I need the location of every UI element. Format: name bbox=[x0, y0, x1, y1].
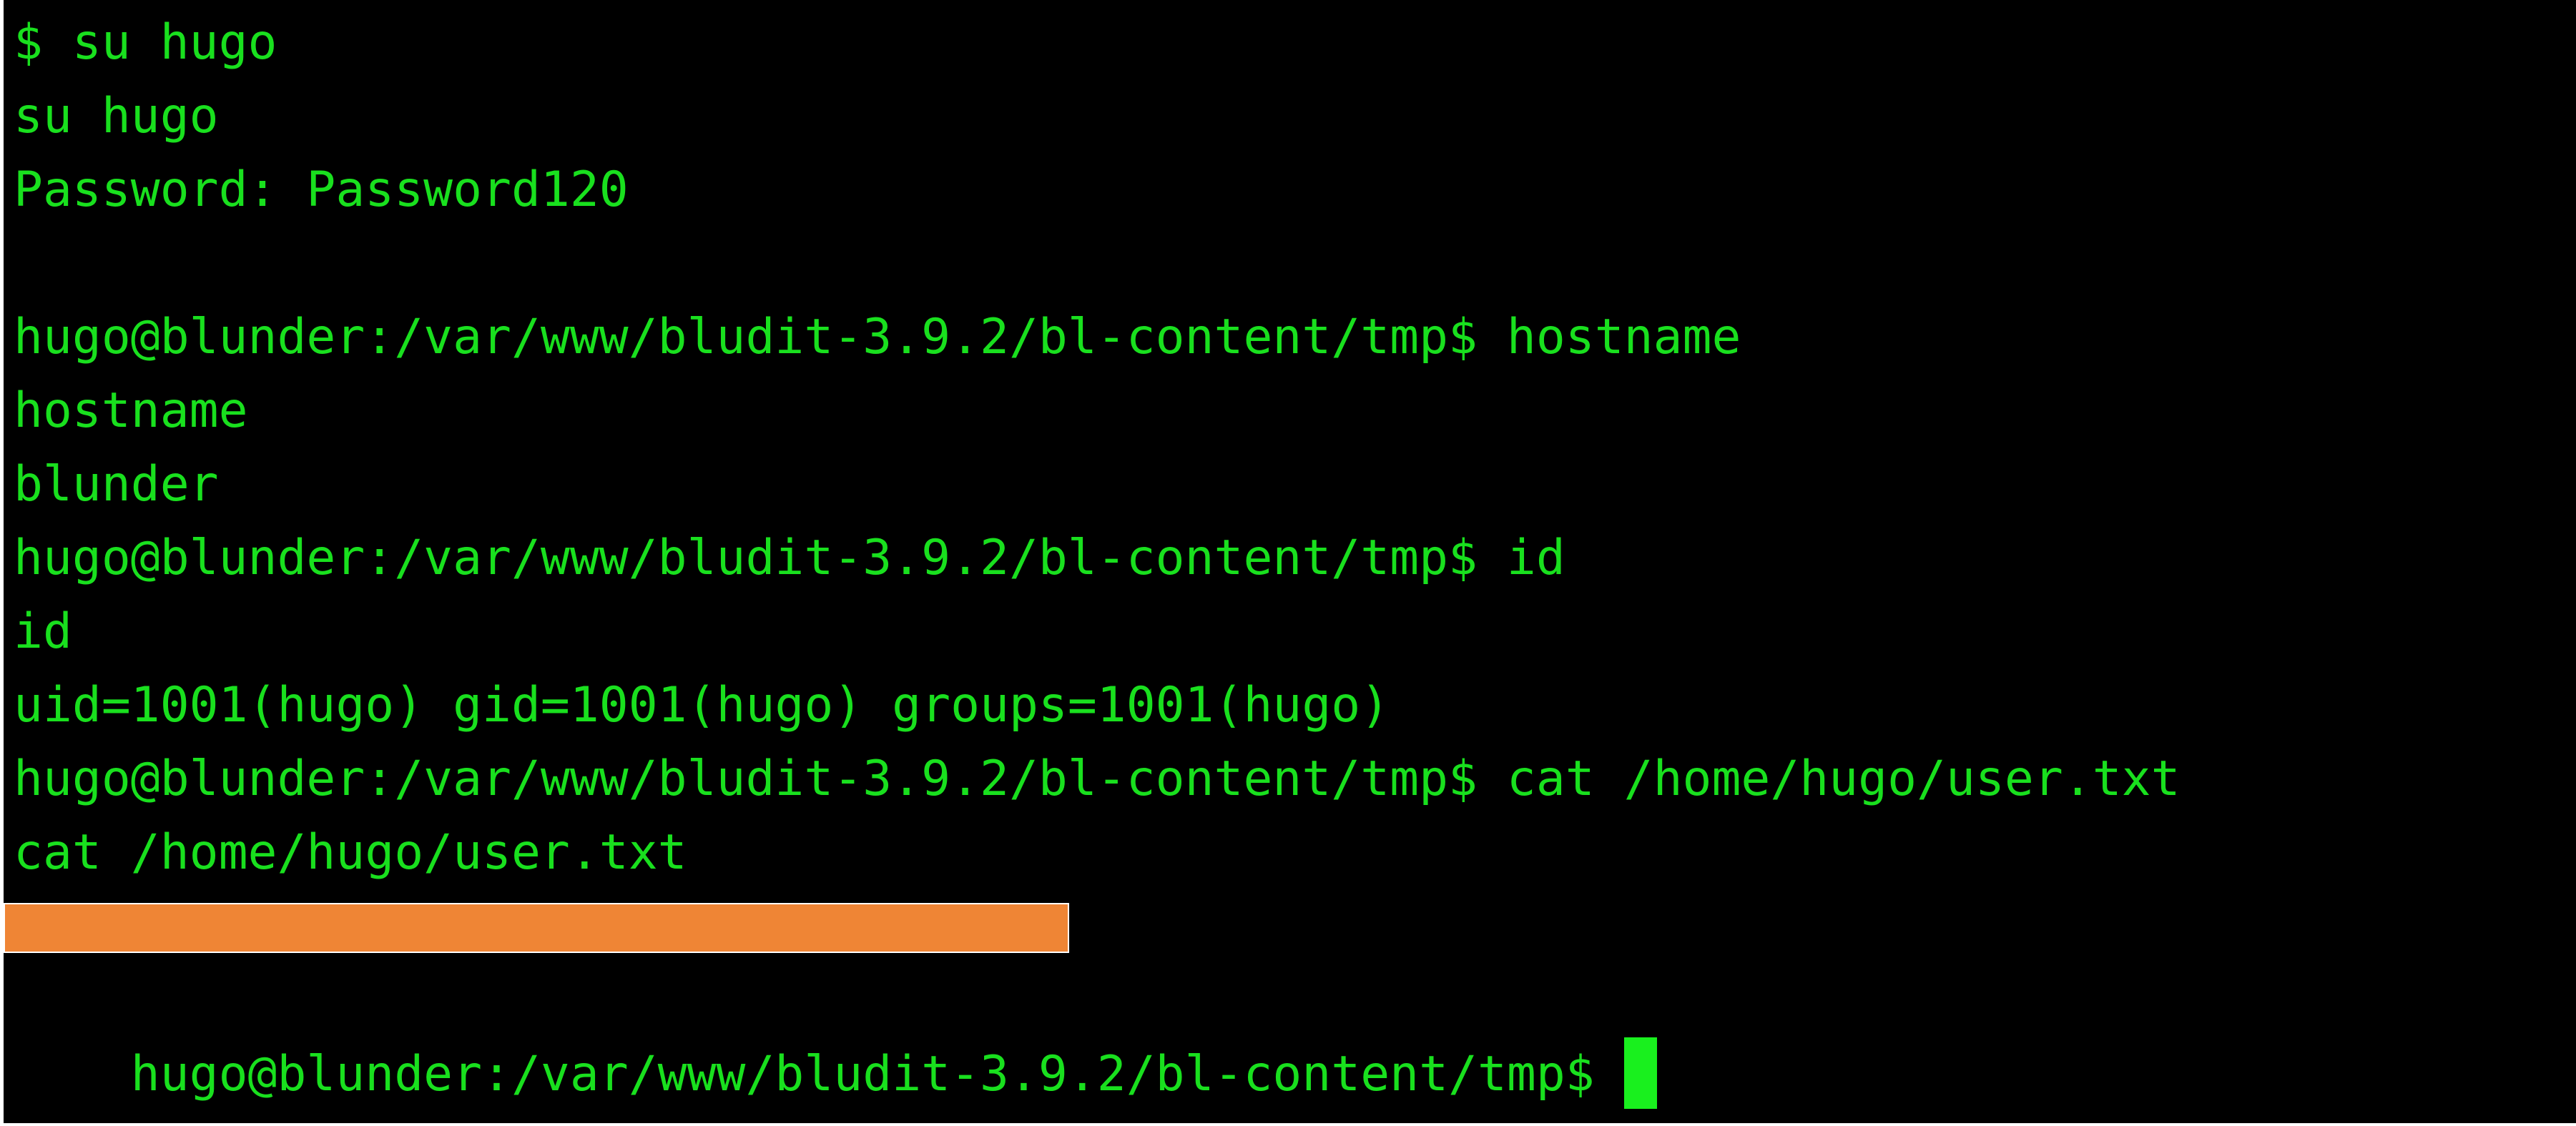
shell-prompt: hugo@blunder:/var/www/bludit-3.9.2/bl-co… bbox=[130, 1046, 1595, 1102]
text-cursor bbox=[1623, 1037, 1657, 1109]
terminal-line: hugo@blunder:/var/www/bludit-3.9.2/bl-co… bbox=[14, 309, 1741, 365]
terminal-line: su hugo bbox=[14, 88, 219, 144]
terminal-line: Password: Password120 bbox=[14, 162, 629, 218]
redacted-output bbox=[4, 903, 1069, 953]
terminal-line: blunder bbox=[14, 456, 219, 513]
terminal-line: hostname bbox=[14, 382, 248, 439]
terminal-window[interactable]: $ su hugo su hugo Password: Password120 … bbox=[4, 0, 2576, 1123]
terminal-line: id bbox=[14, 603, 72, 660]
terminal-line: cat /home/hugo/user.txt bbox=[14, 824, 687, 881]
terminal-line: uid=1001(hugo) gid=1001(hugo) groups=100… bbox=[14, 677, 1390, 734]
terminal-line: hugo@blunder:/var/www/bludit-3.9.2/bl-co… bbox=[14, 751, 2181, 807]
terminal-line: hugo@blunder:/var/www/bludit-3.9.2/bl-co… bbox=[14, 530, 1565, 586]
current-prompt-line[interactable]: hugo@blunder:/var/www/bludit-3.9.2/bl-co… bbox=[14, 963, 1657, 1109]
terminal-line: $ su hugo bbox=[14, 14, 277, 71]
